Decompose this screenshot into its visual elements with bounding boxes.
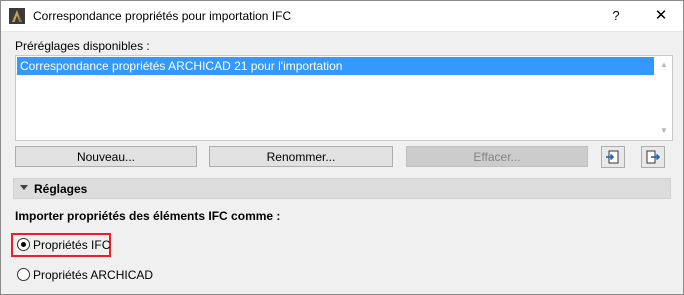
rename-button[interactable]: Renommer... (209, 146, 393, 167)
close-icon[interactable]: ✕ (646, 5, 676, 27)
presets-label: Préréglages disponibles : (15, 39, 150, 53)
presets-list[interactable]: Correspondance propriétés ARCHICAD 21 po… (15, 55, 673, 141)
title-bar: Correspondance propriétés pour importati… (1, 1, 683, 32)
radio-button[interactable] (17, 238, 30, 251)
radio-label: Propriétés ARCHICAD (33, 268, 154, 282)
import-button[interactable] (601, 146, 625, 168)
settings-section-header[interactable]: Réglages (13, 178, 671, 199)
radio-selected-dot (21, 242, 26, 247)
radio-label: Propriétés IFC (33, 238, 111, 252)
scroll-down-icon[interactable]: ▼ (657, 125, 671, 137)
chevron-down-icon (20, 185, 28, 190)
scroll-up-icon[interactable]: ▲ (657, 59, 671, 71)
dialog-window: Correspondance propriétés pour importati… (0, 0, 684, 295)
delete-button[interactable]: Effacer... (406, 146, 588, 167)
window-title: Correspondance propriétés pour importati… (33, 9, 292, 23)
section-title: Réglages (34, 182, 88, 196)
radio-button[interactable] (17, 268, 30, 281)
archicad-icon (9, 8, 25, 24)
new-button[interactable]: Nouveau... (15, 146, 197, 167)
import-properties-label: Importer propriétés des éléments IFC com… (15, 209, 281, 223)
help-icon[interactable]: ? (603, 5, 629, 27)
list-item[interactable]: Correspondance propriétés ARCHICAD 21 po… (17, 57, 654, 75)
export-button[interactable] (641, 146, 665, 168)
